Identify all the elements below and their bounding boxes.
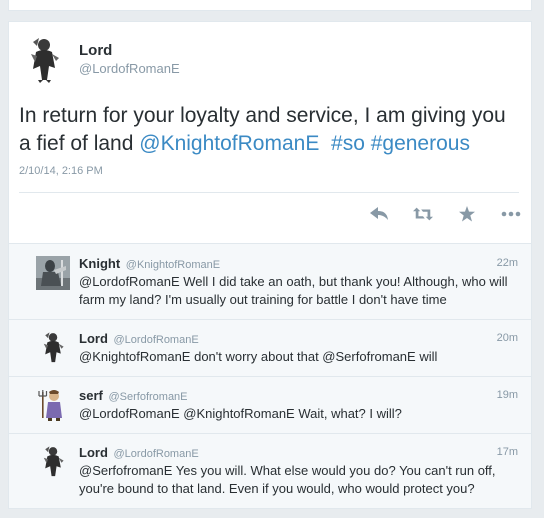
serf-avatar[interactable] bbox=[36, 388, 70, 422]
reply-item[interactable]: serf @SerfofromanE 19m @LordofRomanE @Kn… bbox=[9, 376, 531, 434]
mention-link[interactable]: @KnightofRomanE bbox=[139, 132, 319, 155]
reply-time[interactable]: 22m bbox=[497, 257, 518, 269]
reply-header: Lord @LordofRomanE bbox=[79, 331, 199, 346]
reply-author-handle[interactable]: @SerfofromanE bbox=[108, 391, 187, 403]
lord-avatar[interactable] bbox=[25, 36, 63, 84]
reply-author-name[interactable]: Knight bbox=[79, 256, 120, 271]
knight-avatar[interactable] bbox=[36, 256, 70, 290]
reply-author-name[interactable]: Lord bbox=[79, 331, 108, 346]
retweet-icon[interactable] bbox=[413, 206, 433, 222]
reply-list: Knight @KnightofRomanE 22m @LordofRomanE… bbox=[8, 243, 532, 509]
more-icon[interactable] bbox=[501, 206, 521, 222]
reply-item[interactable]: Lord @LordofRomanE 17m @SerfofromanE Yes… bbox=[9, 433, 531, 508]
reply-text: @LordofRomanE @KnightofRomanE Wait, what… bbox=[79, 406, 402, 421]
reply-author-name[interactable]: serf bbox=[79, 388, 103, 403]
previous-tweet-card bbox=[8, 0, 532, 11]
reply-header: serf @SerfofromanE bbox=[79, 388, 188, 403]
tweet-author-handle[interactable]: @LordofRomanE bbox=[79, 61, 180, 76]
reply-text: @KnightofRomanE don't worry about that @… bbox=[79, 349, 438, 364]
tweet-card: Lord @LordofRomanE In return for your lo… bbox=[8, 21, 532, 244]
lord-avatar[interactable] bbox=[36, 445, 70, 479]
reply-author-name[interactable]: Lord bbox=[79, 445, 108, 460]
reply-item[interactable]: Knight @KnightofRomanE 22m @LordofRomanE… bbox=[9, 244, 531, 320]
reply-item[interactable]: Lord @LordofRomanE 20m @KnightofRomanE d… bbox=[9, 319, 531, 377]
reply-time[interactable]: 17m bbox=[497, 446, 518, 458]
divider bbox=[19, 192, 519, 193]
reply-time[interactable]: 19m bbox=[497, 389, 518, 401]
lord-avatar[interactable] bbox=[36, 331, 70, 365]
reply-icon[interactable] bbox=[369, 206, 389, 222]
tweet-timestamp[interactable]: 2/10/14, 2:16 PM bbox=[19, 165, 103, 177]
reply-author-handle[interactable]: @LordofRomanE bbox=[114, 334, 199, 346]
hashtag-link-so[interactable]: #so bbox=[331, 132, 365, 155]
reply-author-handle[interactable]: @KnightofRomanE bbox=[126, 259, 220, 271]
favorite-icon[interactable] bbox=[457, 206, 477, 222]
reply-text: @SerfofromanE Yes you will. What else wo… bbox=[79, 463, 496, 496]
reply-header: Lord @LordofRomanE bbox=[79, 445, 199, 460]
hashtag-link-generous[interactable]: #generous bbox=[371, 132, 470, 155]
reply-header: Knight @KnightofRomanE bbox=[79, 256, 220, 271]
tweet-text: In return for your loyalty and service, … bbox=[19, 102, 519, 158]
reply-time[interactable]: 20m bbox=[497, 332, 518, 344]
reply-author-handle[interactable]: @LordofRomanE bbox=[114, 448, 199, 460]
reply-text: @LordofRomanE Well I did take an oath, b… bbox=[79, 274, 508, 307]
tweet-author-name[interactable]: Lord bbox=[79, 42, 112, 59]
tweet-actions bbox=[369, 206, 521, 222]
